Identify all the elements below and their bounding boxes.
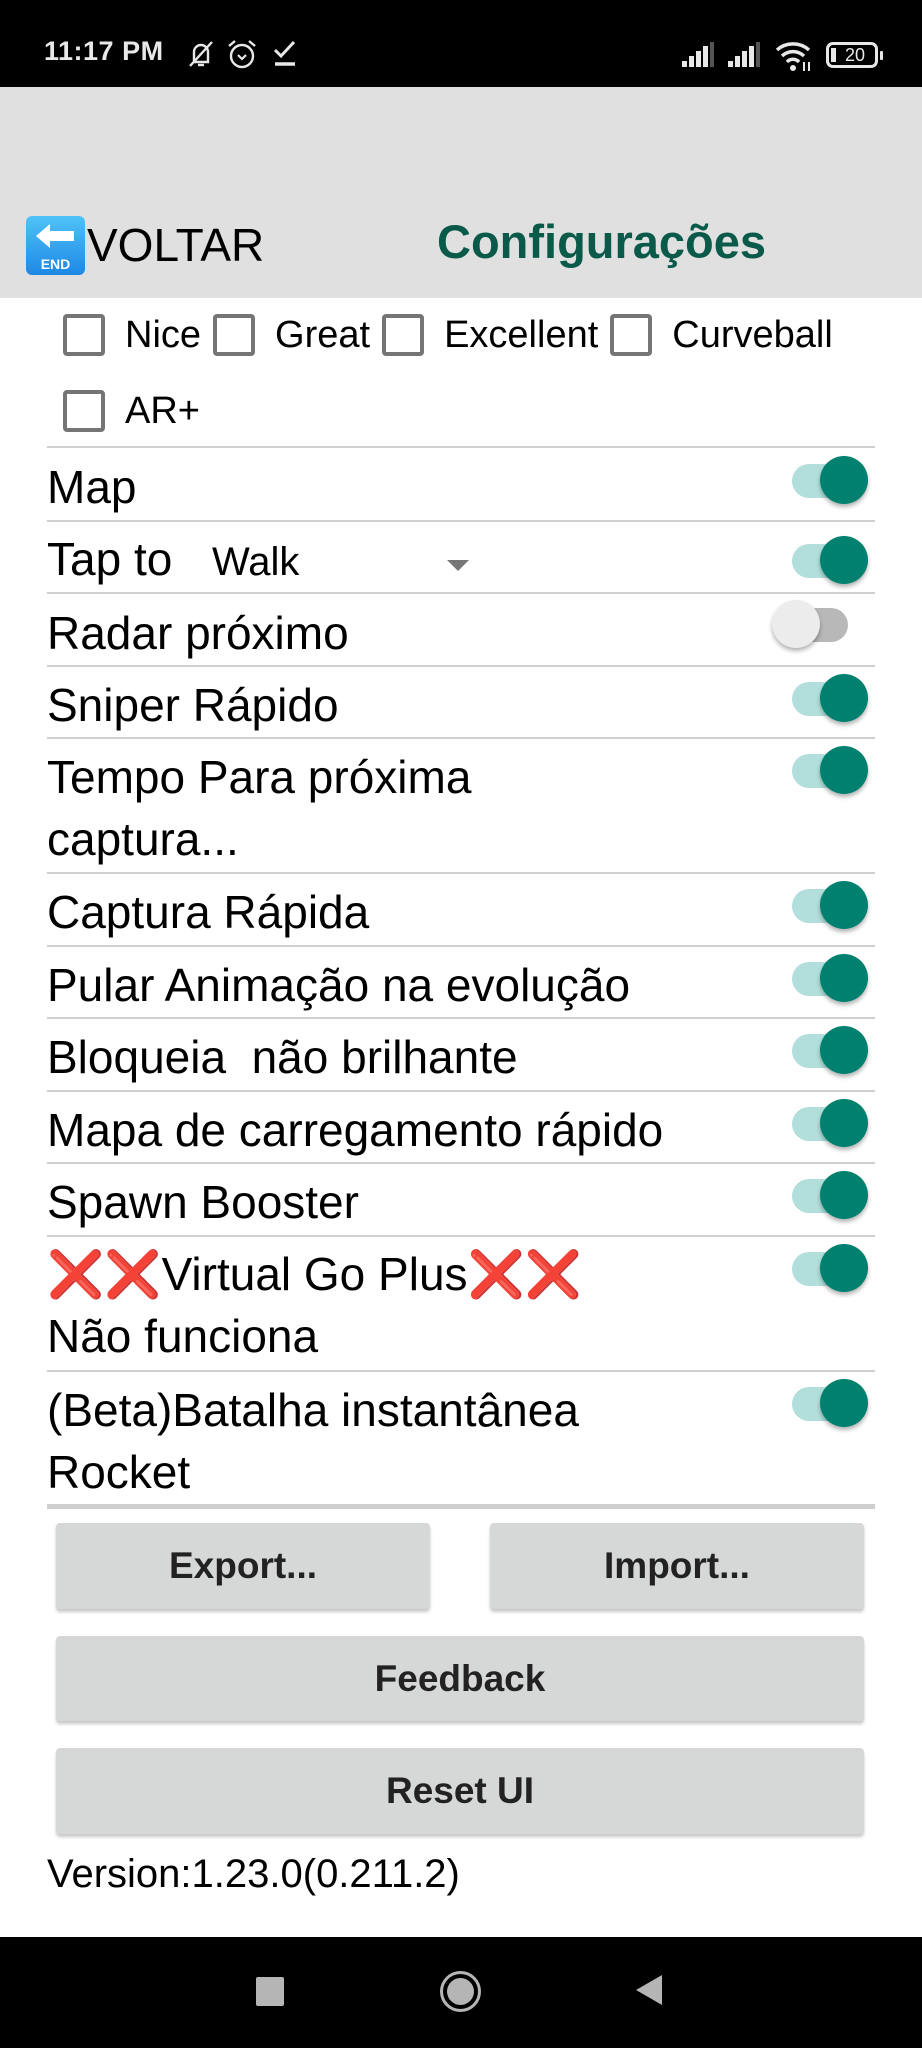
back-icon[interactable] bbox=[636, 1975, 662, 2005]
toggle-batalha-rocket[interactable] bbox=[792, 1379, 868, 1429]
cross-mark-icon: ❌❌ bbox=[47, 1248, 162, 1300]
mute-bell-icon bbox=[189, 41, 213, 67]
checkbox-nice[interactable] bbox=[63, 314, 105, 356]
nav-bar bbox=[0, 1937, 922, 2048]
checkbox-label: Great bbox=[275, 313, 371, 356]
battery-level: 20 bbox=[844, 45, 866, 65]
setting-label-virtual-go-plus: ❌❌Virtual Go Plus❌❌ Não funciona bbox=[47, 1243, 747, 1367]
home-icon[interactable] bbox=[440, 1971, 481, 2012]
settings-panel: Nice Great Excellent Curveball AR+ Map T… bbox=[36, 298, 886, 1937]
reset-ui-button[interactable]: Reset UI bbox=[56, 1748, 864, 1834]
divider bbox=[47, 520, 875, 522]
header: END VOLTAR Configurações bbox=[0, 87, 922, 298]
setting-label-mapa-carregamento: Mapa de carregamento rápido bbox=[47, 1104, 664, 1156]
checkbox-label: Curveball bbox=[672, 313, 833, 356]
recent-apps-icon[interactable] bbox=[256, 1977, 284, 2006]
cross-mark-icon: ❌❌ bbox=[467, 1248, 583, 1300]
alarm-icon bbox=[228, 40, 256, 69]
import-button[interactable]: Import... bbox=[490, 1523, 864, 1609]
divider bbox=[47, 592, 875, 594]
checkbox-ar-plus[interactable] bbox=[63, 390, 105, 432]
divider bbox=[47, 665, 875, 667]
dropdown-arrow-icon bbox=[447, 560, 469, 571]
divider bbox=[47, 872, 875, 874]
setting-label-map: Map bbox=[47, 461, 137, 513]
toggle-spawn-booster[interactable] bbox=[792, 1171, 868, 1221]
version-text: Version:1.23.0(0.211.2) bbox=[47, 1852, 460, 1896]
divider bbox=[47, 446, 875, 448]
divider bbox=[47, 1162, 875, 1164]
checkbox-curveball[interactable] bbox=[610, 314, 653, 356]
divider bbox=[47, 1017, 875, 1019]
setting-label-pular-animacao: Pular Animação na evolução bbox=[47, 959, 631, 1011]
toggle-map[interactable] bbox=[792, 456, 868, 506]
wifi-icon bbox=[775, 42, 811, 71]
toggle-bloqueia-nao-brilhante[interactable] bbox=[792, 1026, 868, 1076]
feedback-button[interactable]: Feedback bbox=[56, 1636, 864, 1721]
setting-label-batalha-rocket: (Beta)Batalha instantânea Rocket bbox=[47, 1384, 579, 1498]
toggle-sniper-rapido[interactable] bbox=[792, 674, 868, 724]
toggle-tempo-captura[interactable] bbox=[792, 746, 868, 796]
divider bbox=[47, 737, 875, 739]
setting-label-tempo: Tempo Para próxima captura... bbox=[47, 751, 472, 865]
page-title: Configurações bbox=[437, 215, 767, 268]
toggle-mapa-carregamento[interactable] bbox=[792, 1099, 868, 1149]
status-bar: 11:17 PM 20 bbox=[0, 0, 922, 87]
setting-label-tap-to: Tap to bbox=[47, 533, 173, 585]
divider bbox=[47, 945, 875, 947]
throw-options-row: Nice Great Excellent Curveball bbox=[63, 314, 845, 356]
setting-label-radar: Radar próximo bbox=[47, 607, 349, 659]
status-time: 11:17 PM bbox=[44, 36, 164, 66]
end-arrow-icon: END bbox=[26, 215, 85, 275]
label-line2: Não funciona bbox=[47, 1310, 319, 1362]
signal-icon bbox=[728, 42, 760, 67]
setting-label-captura-rapida: Captura Rápida bbox=[47, 886, 370, 938]
divider bbox=[47, 1235, 875, 1237]
tap-to-mode-spinner[interactable]: Walk bbox=[212, 534, 512, 590]
toggle-captura-rapida[interactable] bbox=[792, 881, 868, 931]
checkbox-excellent[interactable] bbox=[382, 314, 425, 356]
spinner-value: Walk bbox=[212, 539, 300, 584]
back-button[interactable]: END VOLTAR bbox=[26, 215, 264, 275]
setting-label-sniper: Sniper Rápido bbox=[47, 679, 339, 731]
divider bbox=[47, 1370, 875, 1372]
setting-label-bloqueia: Bloqueia não brilhante bbox=[47, 1031, 518, 1083]
toggle-virtual-go-plus[interactable] bbox=[792, 1244, 868, 1294]
checkbox-label: Nice bbox=[125, 313, 202, 356]
download-done-icon bbox=[273, 40, 296, 66]
checkbox-label: AR+ bbox=[125, 389, 200, 432]
export-button[interactable]: Export... bbox=[56, 1523, 430, 1609]
battery-icon: 20 bbox=[826, 42, 883, 68]
checkbox-great[interactable] bbox=[213, 314, 256, 356]
back-label: VOLTAR bbox=[87, 219, 265, 271]
throw-options-row: AR+ bbox=[63, 390, 212, 432]
divider bbox=[47, 1090, 875, 1092]
end-icon-text: END bbox=[40, 255, 71, 272]
toggle-radar-proximo[interactable] bbox=[772, 600, 848, 650]
checkbox-label: Excellent bbox=[444, 313, 599, 356]
signal-icon bbox=[682, 42, 714, 67]
divider bbox=[47, 1504, 875, 1509]
toggle-tap-to-walk[interactable] bbox=[792, 536, 868, 586]
label-main: Virtual Go Plus bbox=[161, 1248, 468, 1300]
setting-label-spawn-booster: Spawn Booster bbox=[47, 1176, 359, 1228]
toggle-pular-animacao[interactable] bbox=[792, 954, 868, 1004]
